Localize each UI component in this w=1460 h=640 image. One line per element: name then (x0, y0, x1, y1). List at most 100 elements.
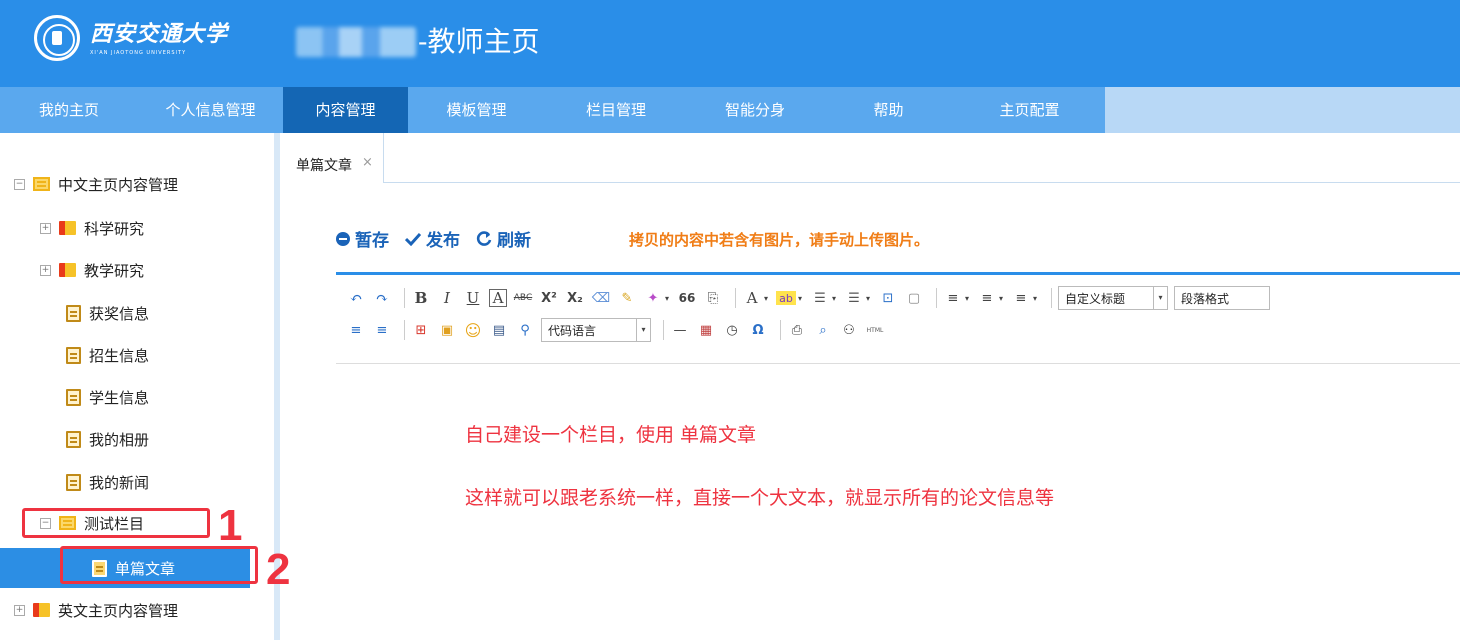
custom-title-select[interactable]: 自定义标题 ▾ (1058, 286, 1168, 310)
select-all-icon[interactable]: ⊡ (878, 287, 898, 309)
publish-button[interactable]: 发布 (405, 226, 460, 251)
logo-chinese-name: 西安交通大学 (90, 20, 229, 47)
pdf-icon[interactable]: ⊞ (411, 319, 431, 341)
unordered-list-icon[interactable]: ☰ (844, 287, 864, 309)
attachment-icon[interactable]: ⚲ (515, 319, 535, 341)
strikethrough-icon[interactable]: ABC (513, 287, 533, 309)
checkmark-icon (405, 232, 421, 246)
university-logo[interactable]: 西安交通大学 XI'AN JIAOTONG UNIVERSITY (34, 15, 228, 61)
html-source-icon[interactable]: HTML (865, 319, 885, 341)
collapse-toggle-icon[interactable]: − (14, 178, 25, 190)
font-color-dropdown-icon[interactable]: ▾ (762, 287, 770, 309)
tree-item-teaching[interactable]: + 教学研究 (40, 255, 144, 285)
nav-template-management[interactable]: 模板管理 (408, 87, 545, 133)
superscript-icon[interactable]: X² (539, 287, 559, 309)
nav-content-management[interactable]: 内容管理 (283, 87, 408, 133)
highlight-dropdown-icon[interactable]: ▾ (796, 287, 804, 309)
subscript-icon[interactable]: X₂ (565, 287, 585, 309)
align-center-icon[interactable]: ≡ (372, 319, 392, 341)
highlight-color-icon[interactable]: ab (776, 291, 796, 305)
tab-bar: 单篇文章 × (286, 133, 1460, 183)
close-icon[interactable]: × (362, 155, 373, 170)
tree-item-album[interactable]: 我的相册 (66, 424, 149, 454)
line-height-dropdown-icon[interactable]: ▾ (1031, 287, 1039, 309)
paste-text-icon[interactable]: ⎘ (703, 287, 723, 309)
document-icon (66, 346, 81, 364)
auto-format-dropdown-icon[interactable]: ▾ (663, 287, 671, 309)
nav-my-home[interactable]: 我的主页 (0, 87, 138, 133)
underline-icon[interactable]: U (463, 287, 483, 309)
insert-video-icon[interactable]: ▤ (489, 319, 509, 341)
emoticon-icon[interactable]: ☺ (463, 319, 483, 341)
format-brush-icon[interactable]: ✎ (617, 287, 637, 309)
editor-toolbar-row-1: ↶ ↷ B I U A ABC X² X₂ ⌫ ✎ ✦ ▾ 66 ⎘ A ▾ a… (346, 285, 1270, 311)
tree-item-admissions[interactable]: 招生信息 (66, 340, 149, 370)
line-spacing-top-icon[interactable]: ≡ (943, 287, 963, 309)
annotation-box-2 (60, 546, 258, 584)
toolbar-separator (663, 320, 664, 340)
italic-icon[interactable]: I (437, 287, 457, 309)
ordered-list-dropdown-icon[interactable]: ▾ (830, 287, 838, 309)
eraser-icon[interactable]: ⌫ (591, 287, 611, 309)
nav-smart-clone[interactable]: 智能分身 (687, 87, 823, 133)
code-language-select[interactable]: 代码语言 ▾ (541, 318, 651, 342)
line-height-icon[interactable]: ≡ (1011, 287, 1031, 309)
save-draft-button[interactable]: 暂存 (336, 226, 389, 251)
nav-help[interactable]: 帮助 (823, 87, 954, 133)
toolbar-separator (735, 288, 736, 308)
auto-format-icon[interactable]: ✦ (643, 287, 663, 309)
paragraph-spacing-icon[interactable]: ≡ (977, 287, 997, 309)
redo-icon[interactable]: ↷ (372, 287, 392, 309)
document-icon (66, 473, 81, 491)
paragraph-spacing-dropdown-icon[interactable]: ▾ (997, 287, 1005, 309)
save-draft-label: 暂存 (355, 231, 389, 251)
paragraph-format-value: 段落格式 (1181, 291, 1230, 306)
ordered-list-icon[interactable]: ☰ (810, 287, 830, 309)
print-icon[interactable]: ⎙ (787, 319, 807, 341)
nav-personal-info[interactable]: 个人信息管理 (138, 87, 283, 133)
tree-item-students[interactable]: 学生信息 (66, 382, 149, 412)
font-border-icon[interactable]: A (489, 289, 507, 307)
insert-image-icon[interactable]: ▣ (437, 319, 457, 341)
insert-time-icon[interactable]: ◷ (722, 319, 742, 341)
align-left-icon[interactable]: ≡ (346, 319, 366, 341)
tree-root-english[interactable]: + 英文主页内容管理 (14, 595, 178, 625)
chevron-down-icon: ▾ (636, 319, 650, 341)
tree-item-news[interactable]: 我的新闻 (66, 467, 149, 497)
expand-toggle-icon[interactable]: + (40, 222, 51, 234)
nav-homepage-config[interactable]: 主页配置 (954, 87, 1105, 133)
chevron-down-icon: ▾ (1153, 287, 1167, 309)
paste-image-notice: 拷贝的内容中若含有图片，请手动上传图片。 (629, 231, 930, 249)
special-chars-icon[interactable]: Ω (748, 319, 768, 341)
line-spacing-top-dropdown-icon[interactable]: ▾ (963, 287, 971, 309)
annotation-number-1: 1 (218, 501, 243, 550)
toolbar-separator (404, 288, 405, 308)
document-icon (66, 304, 81, 322)
tree-item-research[interactable]: + 科学研究 (40, 213, 144, 243)
clear-document-icon[interactable]: ▢ (904, 287, 924, 309)
refresh-button[interactable]: 刷新 (476, 226, 531, 251)
paragraph-format-select[interactable]: 段落格式 (1174, 286, 1270, 310)
undo-icon[interactable]: ↶ (346, 287, 366, 309)
tab-label: 单篇文章 (296, 158, 352, 174)
document-icon (66, 388, 81, 406)
expand-toggle-icon[interactable]: + (14, 604, 25, 616)
tree-item-awards[interactable]: 获奖信息 (66, 298, 149, 328)
page-title: -教师主页 (296, 22, 539, 62)
blockquote-icon[interactable]: 66 (677, 287, 697, 309)
preview-icon[interactable]: ⌕ (813, 319, 833, 341)
horizontal-rule-icon[interactable]: — (670, 319, 690, 341)
unordered-list-dropdown-icon[interactable]: ▾ (864, 287, 872, 309)
bold-icon[interactable]: B (411, 287, 431, 309)
tree-root-chinese[interactable]: − 中文主页内容管理 (14, 169, 178, 199)
tab-single-article[interactable]: 单篇文章 × (286, 133, 384, 183)
expand-toggle-icon[interactable]: + (40, 264, 51, 276)
annotation-number-2: 2 (266, 545, 291, 594)
toolbar-separator (780, 320, 781, 340)
site-header: 西安交通大学 XI'AN JIAOTONG UNIVERSITY -教师主页 (0, 0, 1460, 87)
insert-date-icon[interactable]: ▦ (696, 319, 716, 341)
find-replace-icon[interactable]: ⚇ (839, 319, 859, 341)
nav-column-management[interactable]: 栏目管理 (545, 87, 687, 133)
toolbar-separator (1051, 288, 1052, 308)
font-color-icon[interactable]: A (742, 287, 762, 309)
